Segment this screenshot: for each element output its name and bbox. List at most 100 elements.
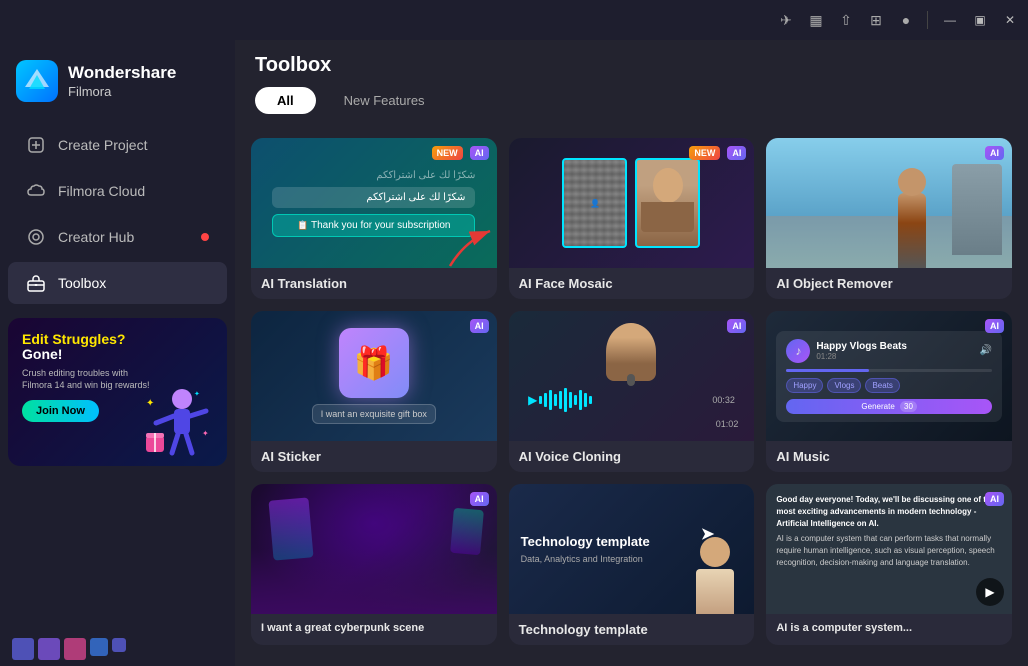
badge-ai-6: AI [985,319,1004,333]
badge-ai-7: AI [470,492,489,506]
music-thumb-bg: ♪ Happy Vlogs Beats 01:28 🔊 [766,311,1012,441]
badge-ai-1: AI [470,146,489,160]
ai-face-mosaic-thumbnail: 👤 AI NEW [509,138,755,268]
generate-label: Generate [861,402,894,411]
music-note-icon: ♪ [786,339,810,363]
generate-count: 30 [900,401,917,412]
voice-timer: 00:32 [712,395,735,405]
grid-icon[interactable]: ⊞ [867,11,885,29]
swatch-2 [38,638,60,660]
badge-new-2: NEW [689,146,720,160]
badge-ai-2: AI [727,146,746,160]
sticker-gift-box: 🎁 [339,328,409,398]
music-generate-button[interactable]: Generate 30 [786,399,992,414]
ai-text-thumbnail: Good day everyone! Today, we'll be discu… [766,484,1012,614]
card-grid: شكرًا لك على اشتراككم شكرًا لك على اشترا… [235,128,1028,666]
ai-object-remover-thumbnail: AI [766,138,1012,268]
sidebar-item-creator-hub[interactable]: Creator Hub [8,216,227,258]
logo-area: Wondershare Filmora [0,48,235,122]
arabic-text-top: شكرًا لك على اشتراككم [272,170,475,181]
tech-template-label: Technology template [509,614,755,645]
tabs: All New Features [255,87,1008,114]
promo-join-button[interactable]: Join Now [22,400,99,422]
ai-music-label: AI Music [766,441,1012,472]
thank-you-text: Thank you for your subscription [311,220,451,231]
svg-text:✦: ✦ [146,398,154,409]
face-blurred: 👤 [562,158,627,248]
ai-music-thumbnail: ♪ Happy Vlogs Beats 01:28 🔊 [766,311,1012,441]
sticker-input-text: I want an exquisite gift box [312,404,436,424]
swatch-3 [64,638,86,660]
monitor-icon[interactable]: ▦ [807,11,825,29]
filmora-cloud-icon [26,181,46,201]
promo-banner: Edit Struggles? Gone! Crush editing trou… [8,318,227,466]
ai-translation-label: AI Translation [251,268,497,299]
card-ai-sticker[interactable]: 🎁 I want an exquisite gift box AI AI Sti… [251,311,497,472]
ai-text-content: Good day everyone! Today, we'll be discu… [776,494,1002,569]
toolbox-label: Toolbox [58,275,209,291]
promo-title1: Edit Struggles? [22,332,213,347]
tab-all[interactable]: All [255,87,316,114]
ai-voice-cloning-thumbnail: ▶ 00:3 [509,311,755,441]
upload-icon[interactable]: ⇧ [837,11,855,29]
dark-scene-bg [251,484,497,614]
window-controls: — ▣ ✕ [940,10,1020,30]
music-header: ♪ Happy Vlogs Beats 01:28 🔊 [786,339,992,363]
music-time: 01:28 [816,352,907,361]
card-dark-scene[interactable]: AI I want a great cyberpunk scene [251,484,497,645]
close-button[interactable]: ✕ [1000,10,1020,30]
ai-translation-thumbnail: شكرًا لك على اشتراككم شكرًا لك على اشترا… [251,138,497,268]
card-ai-music[interactable]: ♪ Happy Vlogs Beats 01:28 🔊 [766,311,1012,472]
dark-scene-thumbnail: AI [251,484,497,614]
card-ai-face-mosaic[interactable]: 👤 AI NEW AI Face Mosaic [509,138,755,299]
music-tags: Happy Vlogs Beats [786,378,992,393]
title-bar: ✈ ▦ ⇧ ⊞ ● — ▣ ✕ [0,0,1028,40]
maximize-button[interactable]: ▣ [970,10,990,30]
ai-sticker-thumbnail: 🎁 I want an exquisite gift box AI [251,311,497,441]
ai-object-remover-label: AI Object Remover [766,268,1012,299]
dark-scene-label: I want a great cyberpunk scene [251,614,497,642]
tag-happy: Happy [786,378,823,393]
page-title: Toolbox [255,54,1008,77]
notification-dot [201,233,209,241]
voice-person [606,323,656,381]
badge-ai-5: AI [727,319,746,333]
svg-text:✦: ✦ [194,390,200,398]
template-title-text: Technology template [521,534,654,550]
card-ai-translation[interactable]: شكرًا لك على اشتراككم شكرًا لك على اشترا… [251,138,497,299]
sidebar-item-filmora-cloud[interactable]: Filmora Cloud [8,170,227,212]
card-tech-template[interactable]: Technology template Data, Analytics and … [509,484,755,645]
sidebar-item-toolbox[interactable]: Toolbox [8,262,227,304]
send-icon[interactable]: ✈ [777,11,795,29]
swatch-1 [12,638,34,660]
object-thumb-bg [766,138,1012,268]
divider [927,11,928,29]
voice-thumb-bg: ▶ 00:3 [509,311,755,441]
swatch-4 [90,638,108,656]
volume-icon: 🔊 [980,345,992,356]
bell-icon[interactable]: ● [897,11,915,29]
face-person [635,158,700,248]
translation-result: 📋 Thank you for your subscription [272,214,475,237]
sticker-thumb-bg: 🎁 I want an exquisite gift box [251,311,497,441]
sidebar-item-create-project[interactable]: Create Project [8,124,227,166]
svg-text:✦: ✦ [202,429,209,438]
card-ai-object-remover[interactable]: AI AI Object Remover [766,138,1012,299]
logo-subtitle: Filmora [68,84,176,99]
tab-new-features[interactable]: New Features [322,87,447,114]
voice-waveform: ▶ 00:3 [528,385,735,415]
ai-face-mosaic-label: AI Face Mosaic [509,268,755,299]
card-ai-text[interactable]: Good day everyone! Today, we'll be discu… [766,484,1012,645]
create-project-label: Create Project [58,137,209,153]
play-button-overlay[interactable]: ▶ [976,578,1004,606]
badge-ai-4: AI [470,319,489,333]
creator-hub-icon [26,227,46,247]
main-content: Toolbox All New Features شكرًا لك على اش… [235,40,1028,666]
badge-new-1: NEW [432,146,463,160]
app-body: Wondershare Filmora Create Project Filmo… [0,40,1028,666]
music-title: Happy Vlogs Beats [816,341,907,352]
card-ai-voice-cloning[interactable]: ▶ 00:3 [509,311,755,472]
arabic-text: شكرًا لك على اشتراككم [272,187,475,208]
ai-text-label: AI is a computer system... [766,614,1012,642]
minimize-button[interactable]: — [940,10,960,30]
